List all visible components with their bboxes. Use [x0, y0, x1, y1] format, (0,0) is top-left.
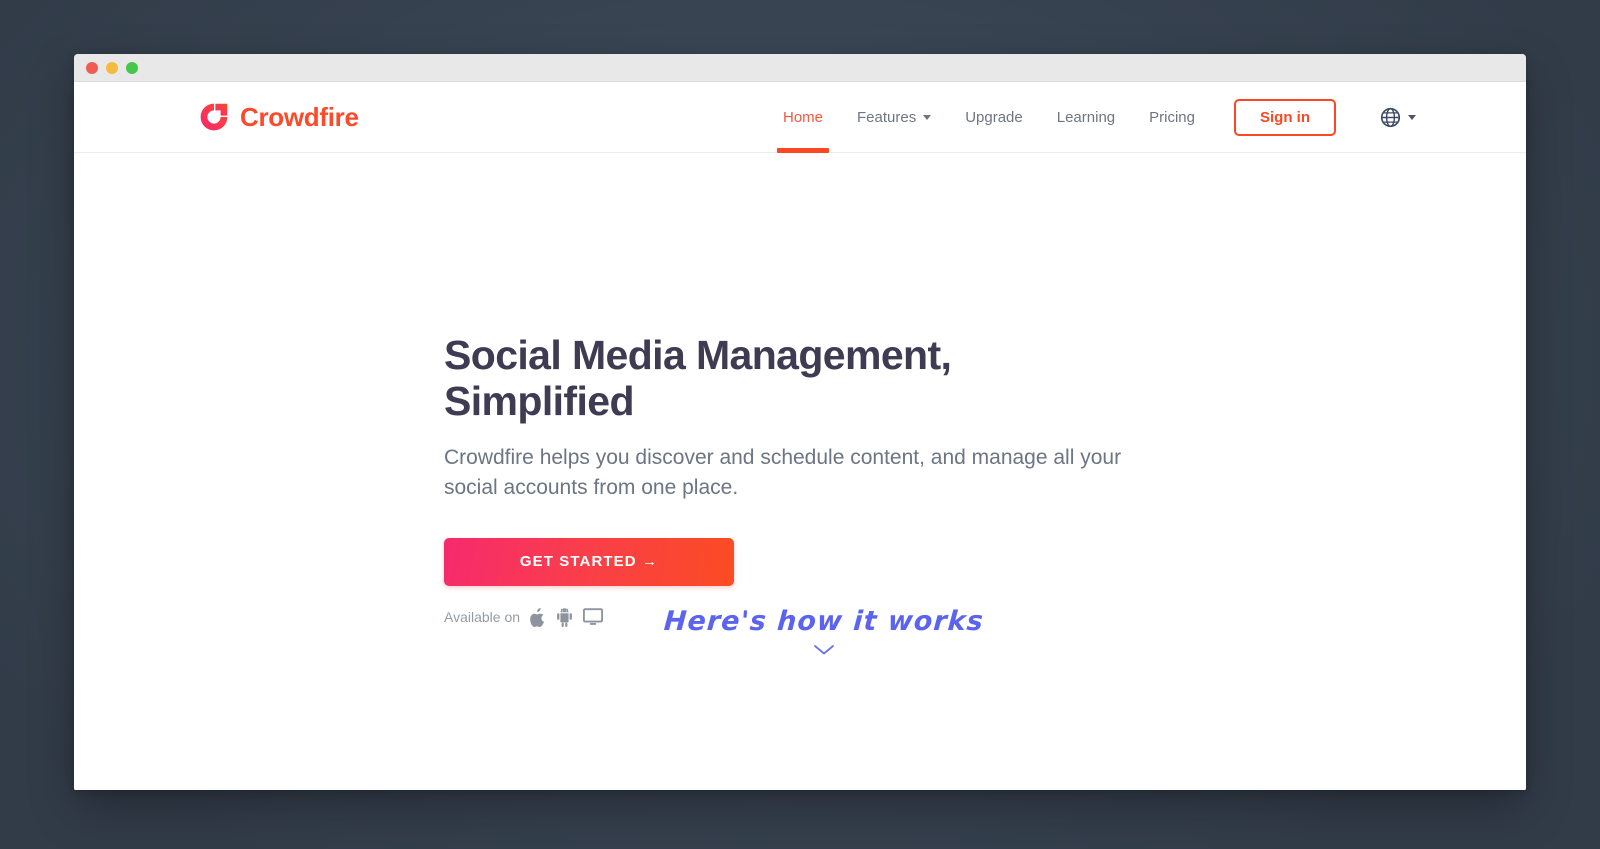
brand-name: Crowdfire	[240, 102, 359, 132]
hero-section: Social Media Management, Simplified Crow…	[74, 153, 1526, 790]
nav-item-learning-label: Learning	[1056, 108, 1116, 126]
nav-item-features[interactable]: Features	[840, 82, 948, 152]
page-title-line-2: Simplified	[444, 377, 635, 424]
nav-item-learning[interactable]: Learning	[1040, 82, 1132, 152]
nav-item-home[interactable]: Home	[766, 82, 840, 153]
chevron-down-icon	[1408, 114, 1416, 120]
hero-subtitle: Crowdfire helps you discover and schedul…	[444, 445, 1122, 500]
main-navigation: Home Features Upgrade Learning Pricing S…	[766, 82, 1526, 153]
how-it-works-label: Here's how it works	[663, 606, 985, 637]
nav-item-home-label: Home	[782, 108, 823, 126]
page-title: Social Media Management, Simplified	[444, 332, 1004, 425]
language-picker[interactable]	[1380, 107, 1416, 128]
hero-content: Social Media Management, Simplified Crow…	[444, 332, 1204, 627]
site-header: Crowdfire Home Features Upgrade Learning…	[74, 82, 1526, 153]
nav-item-upgrade[interactable]: Upgrade	[948, 82, 1040, 152]
crowdfire-logo-icon	[199, 102, 229, 132]
browser-title-bar	[74, 54, 1526, 82]
brand-logo-link[interactable]: Crowdfire	[199, 102, 359, 132]
nav-item-pricing-label: Pricing	[1149, 108, 1195, 126]
maximize-window-button[interactable]	[126, 61, 138, 74]
nav-item-features-label: Features	[857, 108, 917, 126]
nav-item-upgrade-label: Upgrade	[965, 108, 1023, 126]
sign-in-button[interactable]: Sign in	[1234, 98, 1336, 136]
chevron-down-icon[interactable]	[444, 644, 1204, 656]
close-window-button[interactable]	[86, 61, 98, 74]
get-started-button[interactable]: GET STARTED →	[444, 537, 734, 586]
page-title-line-1: Social Media Management,	[444, 332, 952, 378]
traffic-light-group	[86, 61, 138, 74]
how-it-works-block[interactable]: Here's how it works	[444, 606, 1204, 656]
minimize-window-button[interactable]	[106, 61, 118, 74]
globe-icon	[1380, 107, 1401, 128]
nav-item-pricing[interactable]: Pricing	[1132, 82, 1212, 152]
chevron-down-icon	[923, 114, 932, 120]
browser-window: Crowdfire Home Features Upgrade Learning…	[74, 54, 1526, 790]
